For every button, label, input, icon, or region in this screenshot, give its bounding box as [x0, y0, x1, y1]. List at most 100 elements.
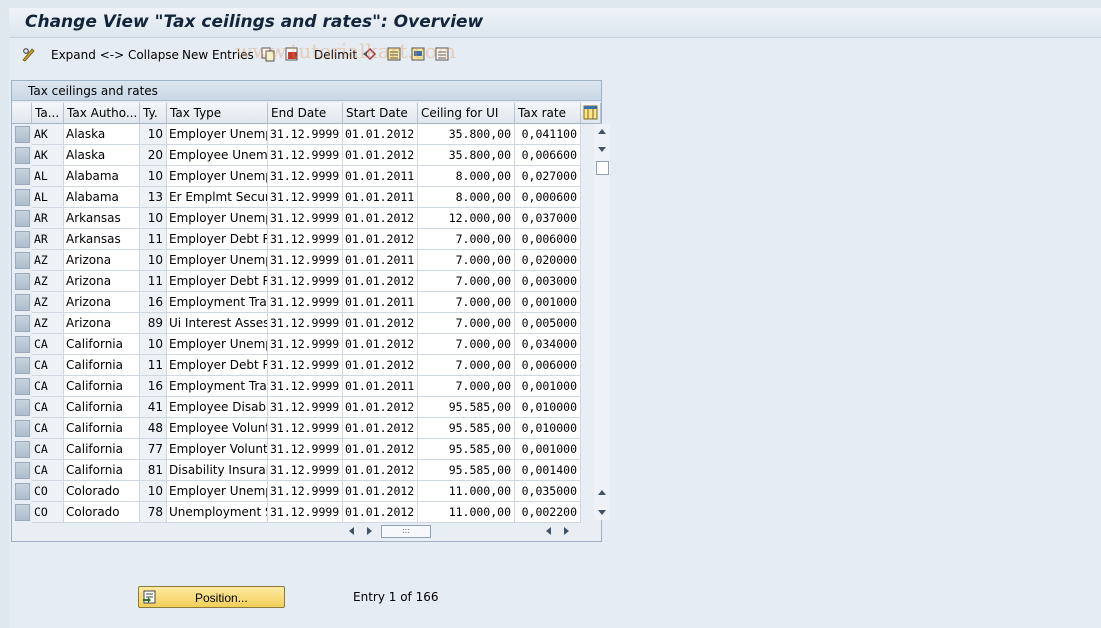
cell-ceiling[interactable]: 95.585,00 — [418, 397, 515, 418]
cell-tax-authority[interactable]: Arizona — [64, 250, 140, 271]
column-header-end-date[interactable]: End Date — [268, 103, 343, 124]
cell-ceiling[interactable]: 35.800,00 — [418, 145, 515, 166]
cell-ceiling[interactable]: 7.000,00 — [418, 334, 515, 355]
cell-tax-authority[interactable]: Arkansas — [64, 208, 140, 229]
table-row[interactable]: CACalifornia77Employer Volunta...31.12.9… — [12, 439, 581, 460]
cell-end-date[interactable]: 31.12.9999 — [268, 376, 343, 397]
cell-ceiling[interactable]: 95.585,00 — [418, 460, 515, 481]
cell-type[interactable]: 41 — [140, 397, 167, 418]
cell-tax-rate[interactable]: 0,006000 — [515, 229, 581, 250]
cell-tax-area[interactable]: CA — [32, 355, 64, 376]
column-header-tax-rate[interactable]: Tax rate — [515, 103, 581, 124]
cell-type[interactable]: 10 — [140, 250, 167, 271]
cell-tax-rate[interactable]: 0,003000 — [515, 271, 581, 292]
cell-tax-rate[interactable]: 0,027000 — [515, 166, 581, 187]
cell-end-date[interactable]: 31.12.9999 — [268, 124, 343, 145]
select-all-header[interactable] — [12, 103, 32, 124]
row-selector[interactable] — [15, 441, 30, 458]
cell-tax-area[interactable]: CO — [32, 502, 64, 523]
row-selector[interactable] — [15, 420, 30, 437]
cell-tax-rate[interactable]: 0,035000 — [515, 481, 581, 502]
cell-type[interactable]: 48 — [140, 418, 167, 439]
cell-type[interactable]: 16 — [140, 376, 167, 397]
row-selector[interactable] — [15, 294, 30, 311]
row-selector[interactable] — [15, 483, 30, 500]
table-row[interactable]: AKAlaska20Employee Unemp...31.12.999901.… — [12, 145, 581, 166]
table-row[interactable]: ALAlabama13Er Emplmt Securi...31.12.9999… — [12, 187, 581, 208]
cell-tax-rate[interactable]: 0,001400 — [515, 460, 581, 481]
cell-tax-authority[interactable]: California — [64, 376, 140, 397]
cell-tax-rate[interactable]: 0,001000 — [515, 292, 581, 313]
cell-tax-type[interactable]: Employee Disabilit... — [167, 397, 268, 418]
cell-tax-rate[interactable]: 0,041100 — [515, 124, 581, 145]
cell-tax-type[interactable]: Employer Debt R... — [167, 229, 268, 250]
cell-tax-type[interactable]: Employer Unempl... — [167, 481, 268, 502]
cell-tax-authority[interactable]: California — [64, 397, 140, 418]
row-selector[interactable] — [15, 210, 30, 227]
cell-type[interactable]: 13 — [140, 187, 167, 208]
cell-tax-rate[interactable]: 0,005000 — [515, 313, 581, 334]
cell-tax-type[interactable]: Employer Unempl... — [167, 166, 268, 187]
row-selector[interactable] — [15, 504, 30, 521]
cell-tax-rate[interactable]: 0,037000 — [515, 208, 581, 229]
cell-start-date[interactable]: 01.01.2012 — [343, 439, 418, 460]
cell-tax-type[interactable]: Employer Unempl... — [167, 124, 268, 145]
cell-end-date[interactable]: 31.12.9999 — [268, 355, 343, 376]
cell-end-date[interactable]: 31.12.9999 — [268, 271, 343, 292]
scroll-up-icon[interactable] — [598, 129, 606, 134]
cell-start-date[interactable]: 01.01.2012 — [343, 145, 418, 166]
cell-tax-area[interactable]: CA — [32, 460, 64, 481]
cell-end-date[interactable]: 31.12.9999 — [268, 397, 343, 418]
cell-tax-rate[interactable]: 0,001000 — [515, 439, 581, 460]
cell-ceiling[interactable]: 11.000,00 — [418, 502, 515, 523]
cell-start-date[interactable]: 01.01.2012 — [343, 124, 418, 145]
row-selector[interactable] — [15, 336, 30, 353]
cell-type[interactable]: 10 — [140, 208, 167, 229]
row-selector[interactable] — [15, 357, 30, 374]
cell-tax-type[interactable]: Disability Insuranc... — [167, 460, 268, 481]
cell-tax-area[interactable]: CA — [32, 439, 64, 460]
cell-ceiling[interactable]: 7.000,00 — [418, 250, 515, 271]
horizontal-scrollbar-fixed[interactable]: ::: — [345, 523, 435, 539]
table-row[interactable]: ARArkansas11Employer Debt R...31.12.9999… — [12, 229, 581, 250]
cell-ceiling[interactable]: 7.000,00 — [418, 271, 515, 292]
cell-end-date[interactable]: 31.12.9999 — [268, 187, 343, 208]
table-row[interactable]: CACalifornia10Employer Unempl...31.12.99… — [12, 334, 581, 355]
cell-tax-area[interactable]: CA — [32, 418, 64, 439]
table-row[interactable]: CACalifornia11Employer Debt R...31.12.99… — [12, 355, 581, 376]
cell-tax-authority[interactable]: Arizona — [64, 292, 140, 313]
horizontal-scroll-thumb[interactable]: ::: — [381, 525, 431, 538]
row-selector[interactable] — [15, 147, 30, 164]
row-selector[interactable] — [15, 273, 30, 290]
cell-tax-rate[interactable]: 0,034000 — [515, 334, 581, 355]
table-row[interactable]: CACalifornia81Disability Insuranc...31.1… — [12, 460, 581, 481]
cell-end-date[interactable]: 31.12.9999 — [268, 166, 343, 187]
cell-end-date[interactable]: 31.12.9999 — [268, 418, 343, 439]
cell-type[interactable]: 11 — [140, 229, 167, 250]
cell-tax-area[interactable]: CA — [32, 397, 64, 418]
row-selector[interactable] — [15, 462, 30, 479]
cell-start-date[interactable]: 01.01.2012 — [343, 397, 418, 418]
cell-end-date[interactable]: 31.12.9999 — [268, 439, 343, 460]
cell-ceiling[interactable]: 8.000,00 — [418, 187, 515, 208]
cell-tax-area[interactable]: CO — [32, 481, 64, 502]
table-row[interactable]: AZArizona10Employer Unempl...31.12.99990… — [12, 250, 581, 271]
column-header-tax-area[interactable]: Ta... — [32, 103, 64, 124]
cell-tax-type[interactable]: Ui Interest Asses... — [167, 313, 268, 334]
table-row[interactable]: ALAlabama10Employer Unempl...31.12.99990… — [12, 166, 581, 187]
cell-start-date[interactable]: 01.01.2012 — [343, 418, 418, 439]
cell-tax-authority[interactable]: Alaska — [64, 124, 140, 145]
cell-type[interactable]: 78 — [140, 502, 167, 523]
cell-ceiling[interactable]: 95.585,00 — [418, 439, 515, 460]
cell-tax-authority[interactable]: Alabama — [64, 187, 140, 208]
column-header-tax-type[interactable]: Tax Type — [167, 103, 268, 124]
cell-start-date[interactable]: 01.01.2011 — [343, 187, 418, 208]
table-row[interactable]: CACalifornia16Employment Trai...31.12.99… — [12, 376, 581, 397]
cell-ceiling[interactable]: 95.585,00 — [418, 418, 515, 439]
cell-type[interactable]: 11 — [140, 355, 167, 376]
cell-tax-rate[interactable]: 0,006000 — [515, 355, 581, 376]
cell-end-date[interactable]: 31.12.9999 — [268, 481, 343, 502]
cell-ceiling[interactable]: 7.000,00 — [418, 229, 515, 250]
cell-tax-area[interactable]: AR — [32, 208, 64, 229]
cell-tax-area[interactable]: AZ — [32, 313, 64, 334]
